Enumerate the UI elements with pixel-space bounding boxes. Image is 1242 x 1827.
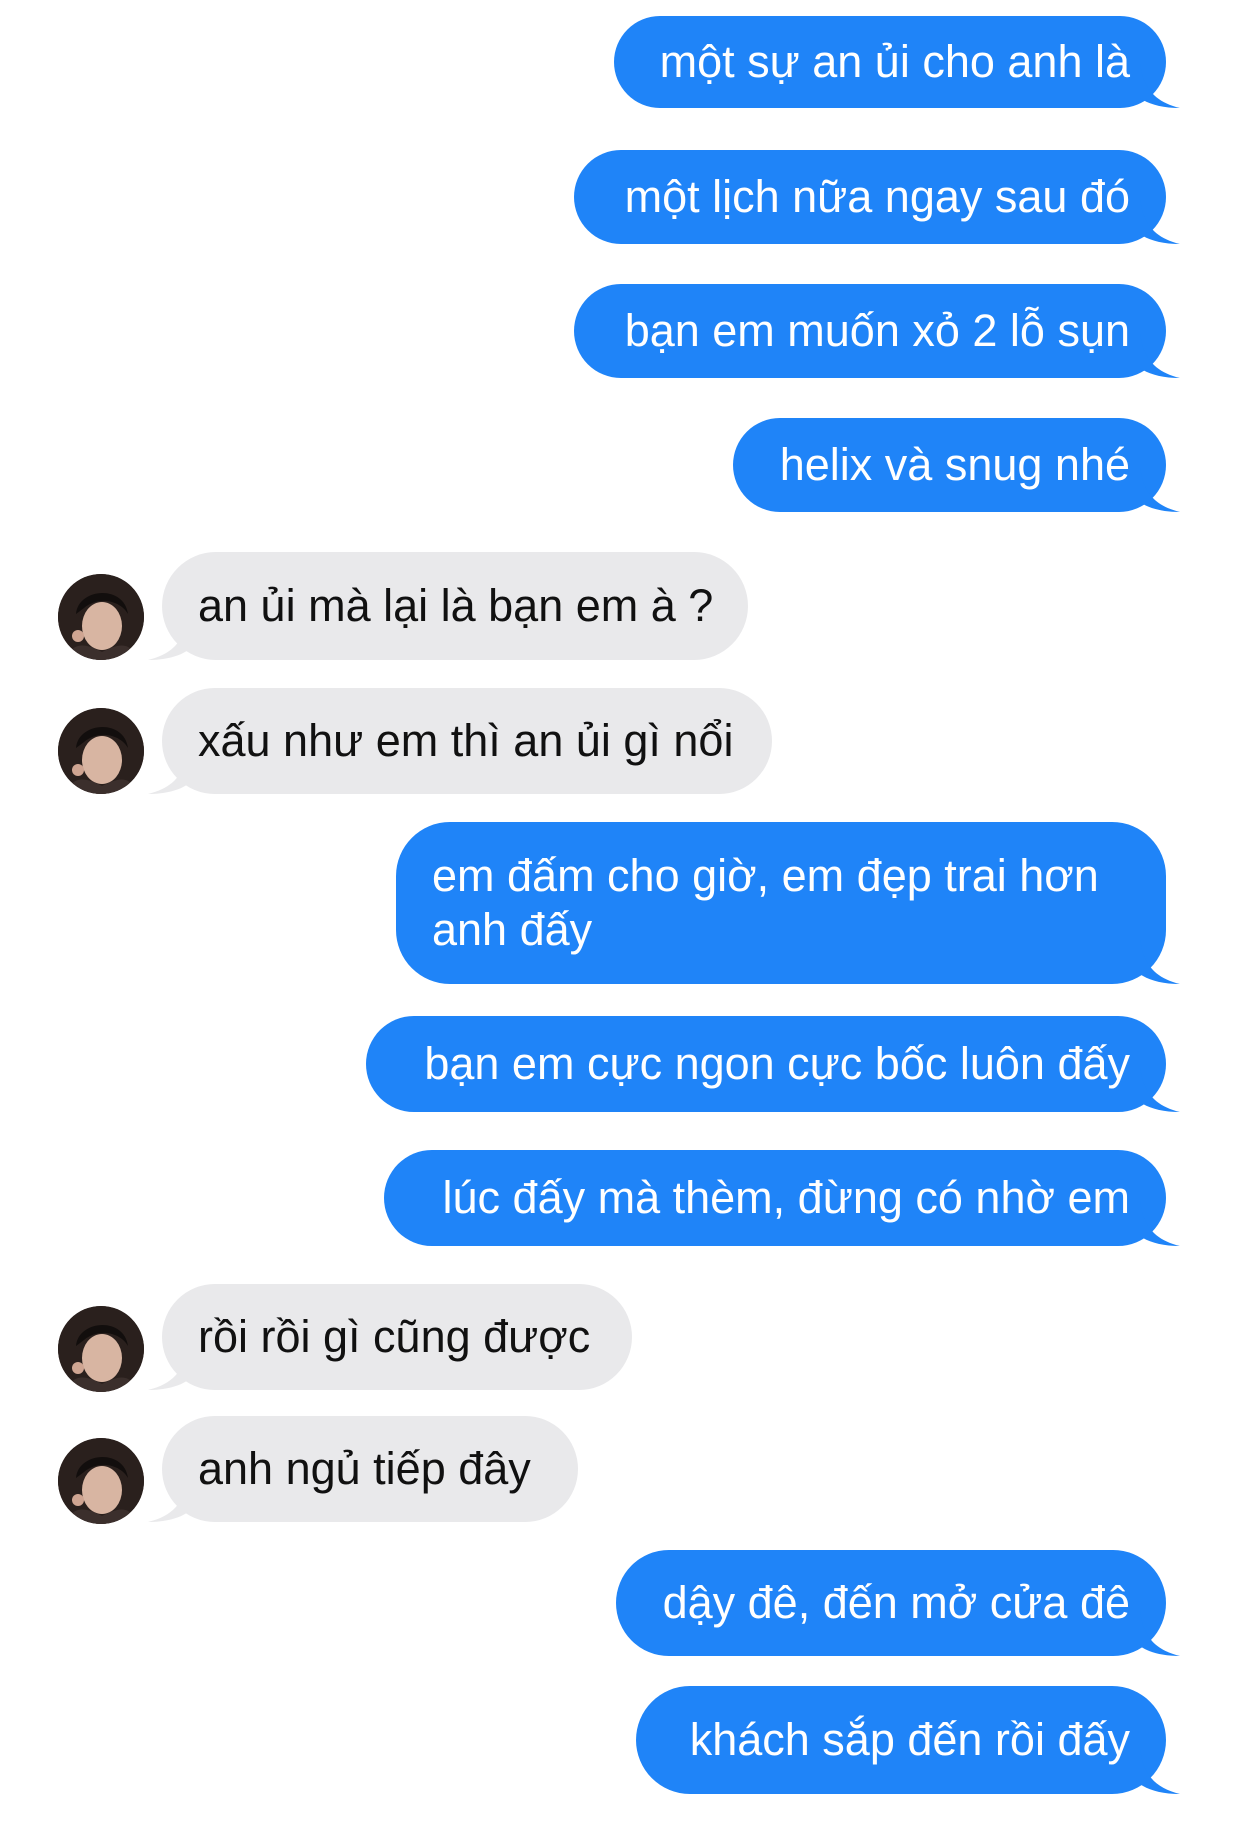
sent-message-bubble[interactable]: em đấm cho giờ, em đẹp trai hơn anh đấy — [396, 822, 1180, 984]
sent-message-bubble[interactable]: một sự an ủi cho anh là — [614, 16, 1180, 108]
message-row-sent: bạn em muốn xỏ 2 lỗ sụn — [0, 284, 1242, 378]
contact-avatar[interactable] — [58, 1438, 144, 1524]
received-message-bubble[interactable]: xấu như em thì an ủi gì nổi — [148, 688, 772, 794]
message-row-sent: helix và snug nhé — [0, 418, 1242, 512]
message-row-sent: em đấm cho giờ, em đẹp trai hơn anh đấy — [0, 822, 1242, 984]
sent-message-bubble[interactable]: khách sắp đến rồi đấy — [636, 1686, 1180, 1794]
message-text: em đấm cho giờ, em đẹp trai hơn anh đấy — [432, 850, 1099, 955]
avatar-photo-icon — [58, 708, 144, 794]
bubble-tail — [148, 616, 188, 660]
bubble-tail — [1140, 940, 1180, 984]
bubble-tail — [148, 1346, 188, 1390]
message-thread: một sự an ủi cho anh là một lịch nữa nga… — [0, 0, 1242, 1827]
message-text: rồi rồi gì cũng được — [198, 1311, 591, 1362]
message-row-sent: bạn em cực ngon cực bốc luôn đấy — [0, 1016, 1242, 1112]
message-row-sent: dậy đê, đến mở cửa đê — [0, 1550, 1242, 1656]
received-message-bubble[interactable]: an ủi mà lại là bạn em à ? — [148, 552, 748, 660]
message-text: lúc đấy mà thèm, đừng có nhờ em — [442, 1172, 1130, 1223]
avatar-photo-icon — [58, 1306, 144, 1392]
bubble-tail — [148, 1478, 188, 1522]
message-row-received: an ủi mà lại là bạn em à ? — [0, 552, 1242, 660]
message-row-received: rồi rồi gì cũng được — [0, 1284, 1242, 1392]
message-text: helix và snug nhé — [779, 439, 1130, 490]
message-text: khách sắp đến rồi đấy — [689, 1714, 1130, 1765]
contact-avatar[interactable] — [58, 574, 144, 660]
avatar-photo-icon — [58, 574, 144, 660]
bubble-tail — [1140, 1750, 1180, 1794]
avatar-photo-icon — [58, 1438, 144, 1524]
sent-message-bubble[interactable]: helix và snug nhé — [733, 418, 1180, 512]
bubble-tail — [1140, 334, 1180, 378]
sent-message-bubble[interactable]: bạn em cực ngon cực bốc luôn đấy — [366, 1016, 1180, 1112]
received-message-bubble[interactable]: anh ngủ tiếp đây — [148, 1416, 578, 1522]
bubble-tail — [1140, 1612, 1180, 1656]
received-message-bubble[interactable]: rồi rồi gì cũng được — [148, 1284, 632, 1390]
bubble-tail — [1140, 200, 1180, 244]
sent-message-bubble[interactable]: dậy đê, đến mở cửa đê — [616, 1550, 1180, 1656]
message-row-sent: một sự an ủi cho anh là — [0, 16, 1242, 108]
message-row-sent: khách sắp đến rồi đấy — [0, 1686, 1242, 1794]
message-text: anh ngủ tiếp đây — [198, 1443, 531, 1494]
message-text: xấu như em thì an ủi gì nổi — [198, 715, 734, 766]
message-row-received: anh ngủ tiếp đây — [0, 1416, 1242, 1524]
message-text: dậy đê, đến mở cửa đê — [662, 1577, 1130, 1628]
sent-message-bubble[interactable]: bạn em muốn xỏ 2 lỗ sụn — [574, 284, 1180, 378]
bubble-tail — [1140, 64, 1180, 108]
bubble-tail — [1140, 468, 1180, 512]
bubble-tail — [1140, 1202, 1180, 1246]
message-text: bạn em cực ngon cực bốc luôn đấy — [424, 1038, 1130, 1089]
message-row-sent: một lịch nữa ngay sau đó — [0, 150, 1242, 244]
bubble-tail — [1140, 1068, 1180, 1112]
message-text: một lịch nữa ngay sau đó — [624, 171, 1130, 222]
message-text: bạn em muốn xỏ 2 lỗ sụn — [624, 305, 1130, 356]
contact-avatar[interactable] — [58, 1306, 144, 1392]
sent-message-bubble[interactable]: lúc đấy mà thèm, đừng có nhờ em — [384, 1150, 1180, 1246]
sent-message-bubble[interactable]: một lịch nữa ngay sau đó — [574, 150, 1180, 244]
message-row-sent: lúc đấy mà thèm, đừng có nhờ em — [0, 1150, 1242, 1246]
bubble-tail — [148, 750, 188, 794]
message-text: an ủi mà lại là bạn em à ? — [198, 580, 714, 631]
contact-avatar[interactable] — [58, 708, 144, 794]
message-row-received: xấu như em thì an ủi gì nổi — [0, 688, 1242, 794]
message-text: một sự an ủi cho anh là — [659, 36, 1130, 87]
